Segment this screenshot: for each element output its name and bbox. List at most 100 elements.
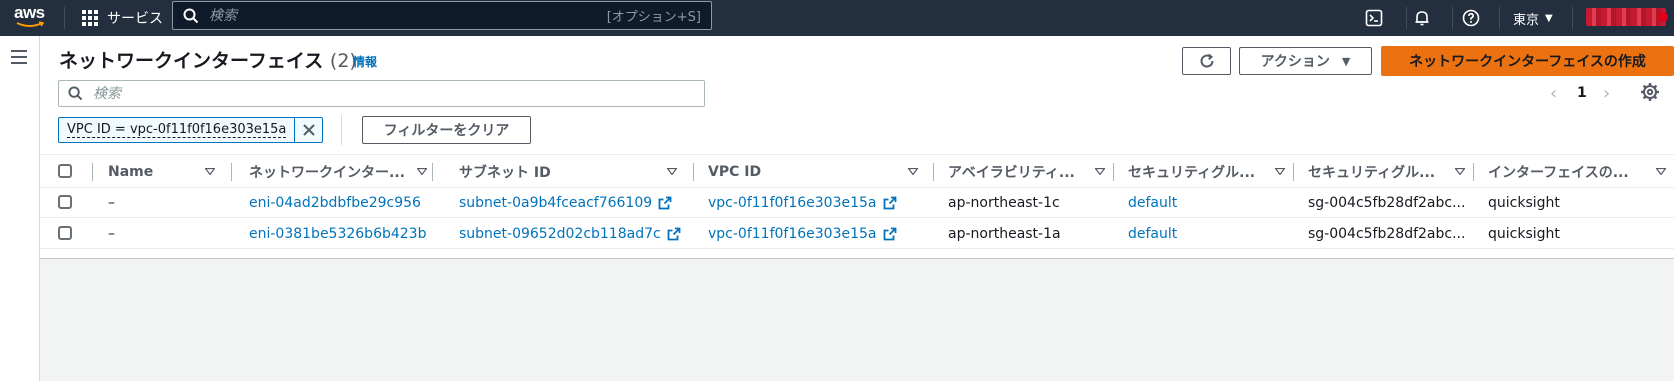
filter-divider: [341, 115, 342, 145]
cell-interface-type: quicksight: [1488, 226, 1560, 242]
column-header-label: ネットワークインター...: [249, 165, 405, 181]
page-title-text: ネットワークインターフェイス: [59, 50, 324, 72]
menu-icon[interactable]: [11, 50, 27, 64]
services-label: サービス: [107, 11, 163, 27]
sort-icon: [667, 168, 677, 175]
column-header-network-interface-id[interactable]: ネットワークインター...: [249, 155, 439, 189]
search-shortcut-hint: [オプション+S]: [606, 10, 701, 25]
column-header-security-group-name[interactable]: セキュリティグル...: [1128, 155, 1288, 189]
column-header-subnet-id[interactable]: サブネット ID: [459, 155, 689, 189]
table-row[interactable]: – eni-0381be5326b6b423b subnet-09652d02c…: [40, 219, 1674, 249]
external-link-icon[interactable]: [883, 227, 897, 241]
grid-icon: [82, 10, 98, 26]
aws-smile-icon: [16, 21, 44, 27]
cell-availability-zone: ap-northeast-1a: [948, 226, 1061, 242]
actions-label: アクション: [1260, 54, 1330, 70]
column-header-interface-type[interactable]: インターフェイスの...: [1488, 155, 1674, 189]
column-header-security-group-id[interactable]: セキュリティグル...: [1308, 155, 1468, 189]
column-divider: [693, 163, 694, 181]
column-divider: [231, 163, 232, 181]
external-link-icon[interactable]: [883, 196, 897, 210]
nav-divider: [1572, 7, 1573, 29]
column-header-name[interactable]: Name: [108, 155, 268, 189]
cell-security-group-id: sg-004c5fb28df2abc...: [1308, 195, 1466, 211]
column-divider: [1293, 163, 1294, 181]
account-menu[interactable]: [1586, 8, 1668, 26]
clear-filter-button[interactable]: フィルターをクリア: [362, 116, 531, 144]
chevron-left-icon[interactable]: ‹: [1550, 83, 1557, 104]
row-checkbox[interactable]: [58, 195, 72, 209]
caret-down-icon: ▼: [1341, 54, 1351, 68]
select-all-checkbox[interactable]: [58, 164, 72, 178]
filter-token-text: VPC ID = vpc-0f11f0f16e303e15a: [67, 122, 287, 138]
eni-link[interactable]: eni-0381be5326b6b423b: [249, 226, 426, 242]
global-search-input[interactable]: [209, 7, 607, 24]
column-divider: [933, 163, 934, 181]
sort-icon: [1656, 168, 1666, 175]
sort-icon: [1455, 168, 1465, 175]
bell-icon[interactable]: [1410, 6, 1434, 30]
network-interfaces-panel: ネットワークインターフェイス (2) 情報 アクション ▼ ネットワークインター…: [40, 36, 1674, 259]
sort-icon: [205, 168, 215, 175]
region-selector[interactable]: 東京 ▼: [1513, 0, 1553, 36]
global-search-box[interactable]: [オプション+S]: [172, 1, 712, 30]
cloudshell-icon[interactable]: [1362, 6, 1386, 30]
search-icon: [183, 8, 199, 24]
table-search-box[interactable]: [58, 80, 705, 107]
refresh-button[interactable]: [1182, 47, 1231, 75]
chevron-right-icon[interactable]: ›: [1603, 83, 1610, 104]
column-header-label: セキュリティグル...: [1308, 165, 1436, 181]
column-header-label: インターフェイスの...: [1488, 165, 1629, 181]
actions-dropdown-button[interactable]: アクション ▼: [1239, 47, 1372, 75]
column-header-label: セキュリティグル...: [1128, 165, 1256, 181]
security-group-link[interactable]: default: [1128, 226, 1177, 242]
external-link-icon[interactable]: [667, 227, 681, 241]
page-title: ネットワークインターフェイス (2): [59, 46, 357, 73]
refresh-icon: [1200, 53, 1214, 68]
help-icon[interactable]: [1459, 6, 1483, 30]
external-link-icon[interactable]: [658, 196, 672, 210]
services-menu-button[interactable]: サービス: [82, 0, 163, 36]
nav-divider: [1452, 7, 1453, 29]
close-icon[interactable]: [295, 118, 322, 142]
aws-logo-text: aws: [14, 3, 45, 22]
column-divider: [1473, 163, 1474, 181]
nav-divider: [1499, 7, 1500, 29]
column-header-vpc-id[interactable]: VPC ID: [708, 155, 918, 189]
gear-icon[interactable]: [1640, 82, 1660, 102]
column-header-label: Name: [108, 164, 154, 180]
subnet-link[interactable]: subnet-0a9b4fceacf766109: [459, 195, 652, 211]
table-search-input[interactable]: [93, 85, 704, 102]
create-network-interface-button[interactable]: ネットワークインターフェイスの作成: [1381, 46, 1674, 76]
cell-interface-type: quicksight: [1488, 195, 1560, 211]
cell-name: –: [108, 195, 115, 211]
cell-availability-zone: ap-northeast-1c: [948, 195, 1060, 211]
filter-token-label[interactable]: VPC ID = vpc-0f11f0f16e303e15a: [59, 118, 296, 142]
column-header-label: サブネット ID: [459, 165, 551, 181]
security-group-link[interactable]: default: [1128, 195, 1177, 211]
filter-token[interactable]: VPC ID = vpc-0f11f0f16e303e15a: [58, 117, 323, 143]
column-header-label: アベイラビリティ...: [948, 165, 1075, 181]
column-header-label: VPC ID: [708, 164, 762, 180]
top-navigation: aws サービス [オプション+S] 東京 ▼: [0, 0, 1674, 36]
subnet-link[interactable]: subnet-09652d02cb118ad7c: [459, 226, 661, 242]
cell-security-group-id: sg-004c5fb28df2abc...: [1308, 226, 1466, 242]
vpc-link[interactable]: vpc-0f11f0f16e303e15a: [708, 226, 877, 242]
sort-icon: [1095, 168, 1105, 175]
column-header-availability-zone[interactable]: アベイラビリティ...: [948, 155, 1108, 189]
sort-icon: [1275, 168, 1285, 175]
caret-down-icon: ▼: [1545, 12, 1553, 24]
sort-icon: [908, 168, 918, 175]
aws-logo[interactable]: aws: [14, 4, 54, 32]
search-icon: [68, 86, 83, 101]
eni-link[interactable]: eni-04ad2bdbfbe29c956: [249, 195, 421, 211]
info-link[interactable]: 情報: [353, 53, 377, 70]
vpc-link[interactable]: vpc-0f11f0f16e303e15a: [708, 195, 877, 211]
table-row[interactable]: – eni-04ad2bdbfbe29c956 subnet-0a9b4fcea…: [40, 188, 1674, 218]
row-checkbox[interactable]: [58, 226, 72, 240]
sort-icon: [417, 168, 427, 175]
clear-filter-label: フィルターをクリア: [383, 123, 510, 139]
column-divider: [92, 163, 93, 181]
table-header: Name ネットワークインター... サブネット ID VPC ID アベイラビ…: [40, 154, 1674, 188]
page-number[interactable]: 1: [1577, 85, 1587, 101]
